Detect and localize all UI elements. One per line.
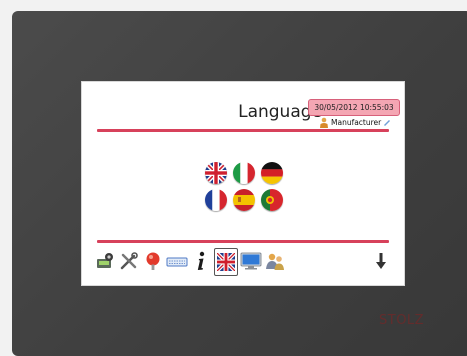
keyboard-icon (166, 257, 188, 267)
tools-button[interactable] (118, 248, 140, 274)
users-button[interactable] (264, 248, 286, 274)
tools-icon (120, 252, 138, 270)
language-button[interactable] (214, 248, 238, 276)
flag-france-icon[interactable] (205, 189, 227, 211)
user-name: Manufacturer (331, 117, 382, 127)
keyboard-button[interactable] (166, 248, 188, 274)
current-user[interactable]: Manufacturer (319, 116, 391, 128)
page-title: Language (238, 102, 322, 122)
flag-uk-icon[interactable] (205, 162, 227, 184)
bottom-toolbar (94, 248, 392, 276)
alarm-button[interactable] (142, 248, 164, 274)
monitor-button[interactable] (240, 248, 262, 274)
scroll-down-button[interactable] (370, 248, 392, 274)
users-icon (266, 253, 284, 270)
info-icon (197, 251, 205, 270)
flag-italy-icon[interactable] (233, 162, 255, 184)
footer-divider (97, 240, 389, 243)
header-divider (97, 129, 389, 132)
machine-icon (97, 253, 113, 268)
hmi-screen: Language 30/05/2012 10:55:03 Manufacture… (81, 81, 405, 286)
edit-pen-icon (384, 120, 391, 126)
machine-button[interactable] (94, 248, 116, 274)
brand-logo: STOLZ (379, 313, 425, 328)
down-arrow-icon (376, 253, 386, 269)
user-icon (320, 117, 328, 128)
flag-spain-icon[interactable] (233, 189, 255, 211)
flag-portugal-icon[interactable] (261, 189, 283, 211)
datetime-badge: 30/05/2012 10:55:03 (308, 99, 400, 116)
flag-germany-icon[interactable] (261, 162, 283, 184)
monitor-icon (240, 252, 262, 270)
alarm-icon (146, 252, 160, 270)
language-flag-icon (217, 253, 235, 271)
info-button[interactable] (190, 248, 212, 274)
